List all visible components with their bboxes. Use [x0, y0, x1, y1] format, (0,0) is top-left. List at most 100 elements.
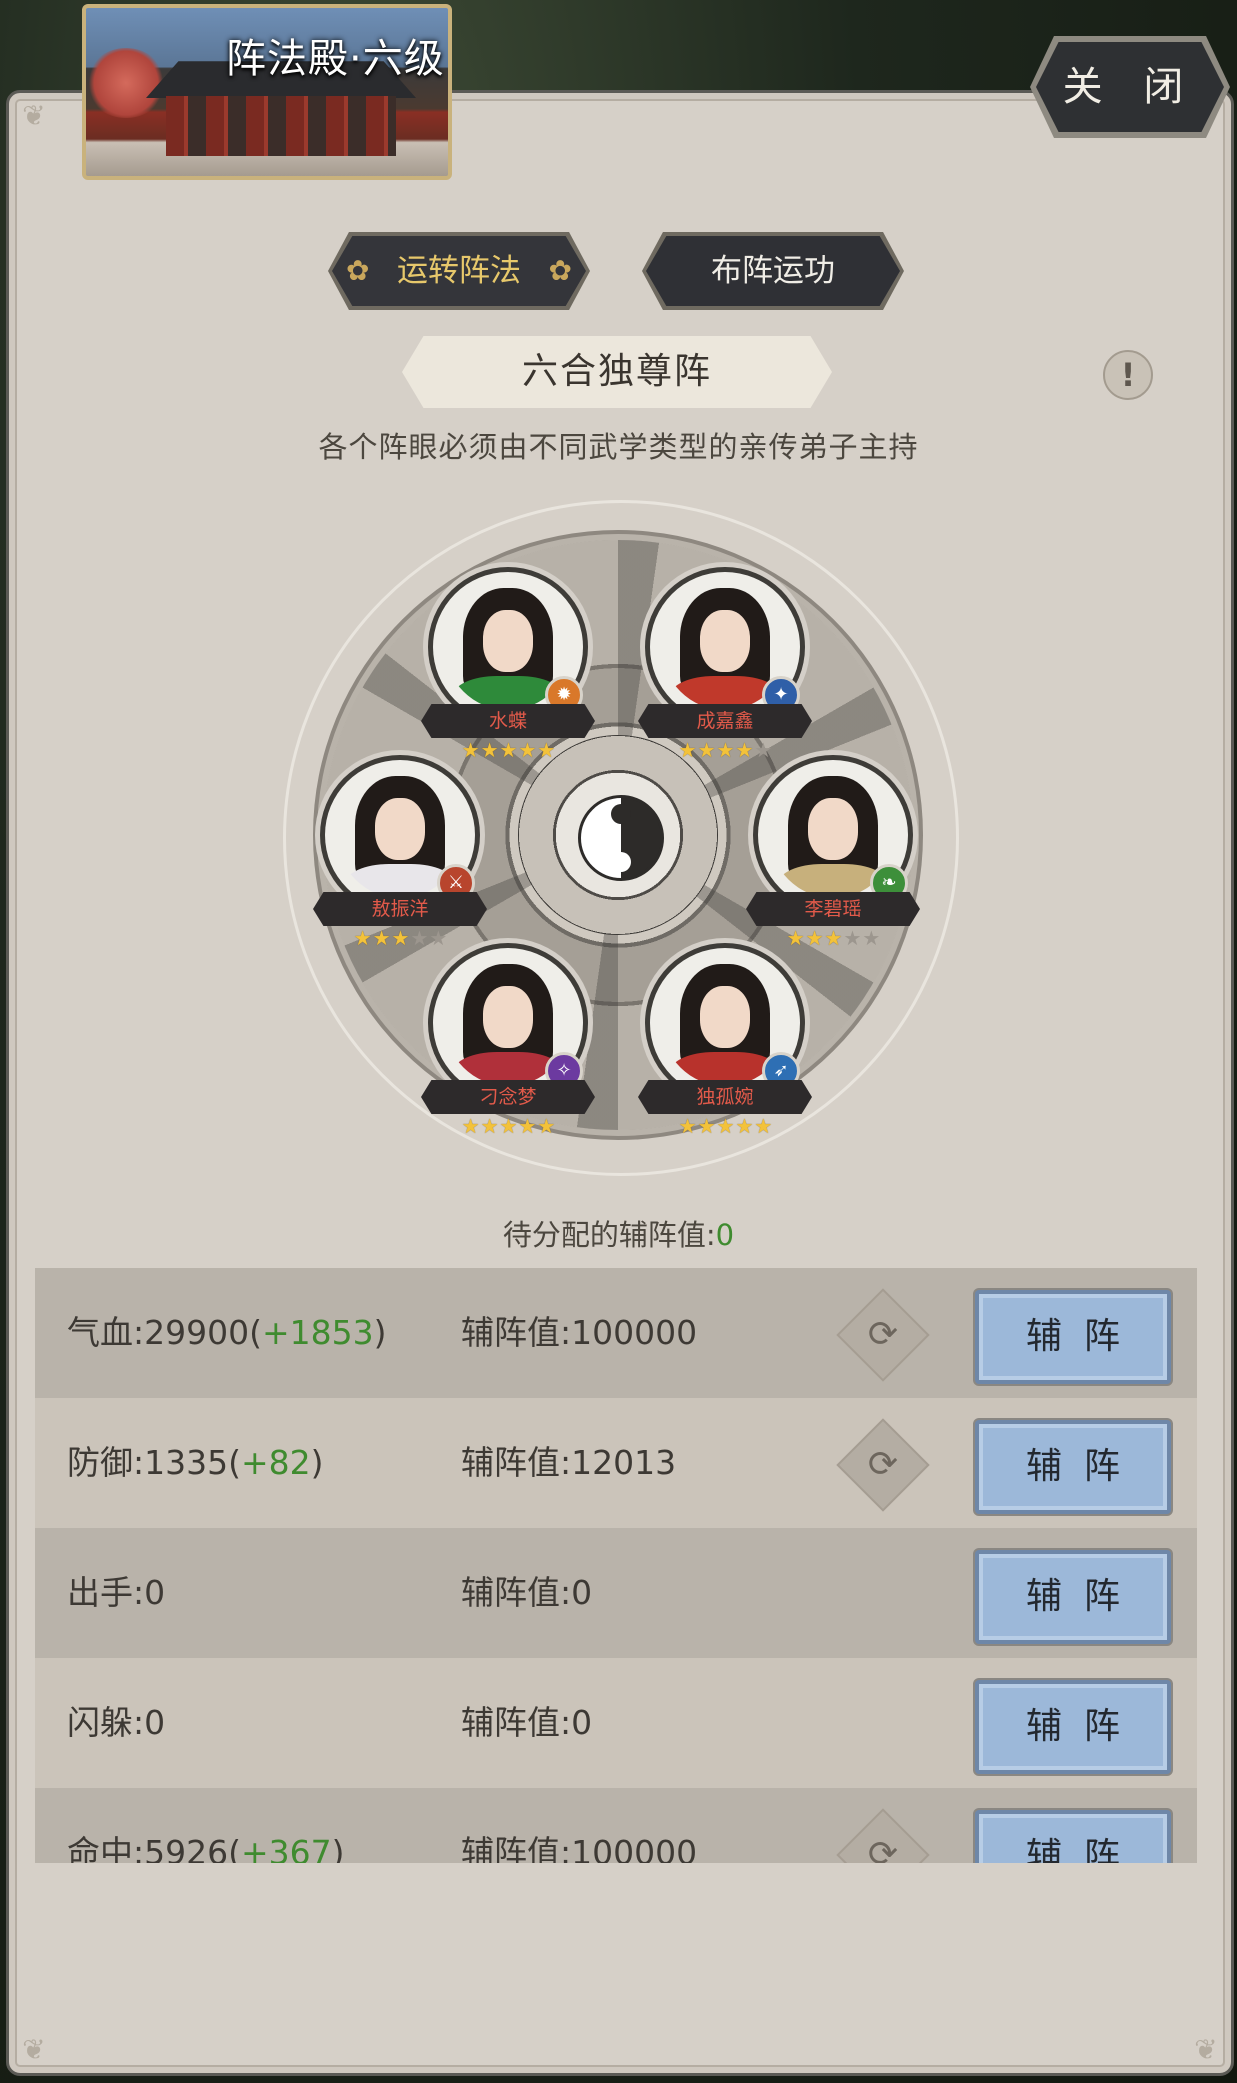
stat-base: 5926	[144, 1833, 229, 1863]
star-filled-icon: ★	[353, 926, 373, 950]
support-label: 辅阵值:	[461, 1833, 572, 1863]
star-filled-icon: ★	[499, 1114, 519, 1138]
building-title: 阵法殿·六级	[226, 36, 445, 82]
support-label: 辅阵值:	[461, 1573, 572, 1612]
star-filled-icon: ★	[754, 1114, 774, 1138]
star-filled-icon: ★	[518, 738, 538, 762]
support-label: 辅阵值:	[461, 1313, 572, 1352]
support-label: 辅阵值:	[461, 1703, 572, 1742]
hero-name: 刁念梦	[421, 1080, 595, 1114]
pending-label: 待分配的辅阵值:	[502, 1218, 716, 1252]
star-rating: ★★★★★	[429, 1114, 589, 1138]
star-filled-icon: ★	[499, 738, 519, 762]
hero-name: 水蝶	[421, 704, 595, 738]
stat-base: 29900	[144, 1313, 250, 1352]
star-filled-icon: ★	[786, 926, 806, 950]
star-filled-icon: ★	[678, 1114, 698, 1138]
hero-name: 李碧瑶	[746, 892, 920, 926]
building-title-plate: 阵法殿·六级	[82, 4, 452, 180]
stat-value: 闪躲:0	[67, 1658, 165, 1788]
face-shape	[700, 610, 750, 672]
stat-value: 防御:1335(+82)	[67, 1443, 324, 1482]
support-value: 辅阵值:0	[461, 1528, 592, 1658]
support-label: 辅阵值:	[461, 1443, 572, 1482]
stat-row: 防御:1335(+82) 辅阵值:12013 ⟳ 辅阵	[35, 1398, 1197, 1528]
building-illustration	[166, 96, 396, 156]
formation-slot[interactable]: ➶ 独孤婉 ★★★★★	[638, 948, 812, 1138]
star-filled-icon: ★	[537, 738, 557, 762]
stat-base: 1335	[144, 1443, 229, 1482]
hero-name: 独孤婉	[638, 1080, 812, 1114]
corner-ornament-icon: ❦	[1194, 2033, 1218, 2066]
corner-ornament-icon: ❦	[22, 99, 46, 132]
support-number: 12013	[571, 1443, 677, 1482]
support-value: 辅阵值:100000	[461, 1268, 697, 1398]
formation-slot[interactable]: ⚔ 敖振洋 ★★★★★	[313, 760, 487, 950]
close-button[interactable]: 关 闭	[1036, 42, 1224, 132]
stat-name: 气血:	[67, 1313, 145, 1352]
star-filled-icon: ★	[461, 1114, 481, 1138]
stat-row: 出手:0 辅阵值:0 辅阵	[35, 1528, 1197, 1658]
assist-button[interactable]: 辅阵	[975, 1550, 1171, 1644]
flower-ornament-icon: ✿	[548, 254, 572, 287]
support-number: 100000	[571, 1313, 698, 1352]
star-empty-icon: ★	[862, 926, 882, 950]
support-value: 辅阵值:12013	[461, 1398, 676, 1528]
star-filled-icon: ★	[678, 738, 698, 762]
face-shape	[483, 986, 533, 1048]
star-filled-icon: ★	[805, 926, 825, 950]
formation-slot[interactable]: ✹ 水蝶 ★★★★★	[421, 572, 595, 762]
star-filled-icon: ★	[518, 1114, 538, 1138]
stat-name: 出手:	[67, 1573, 145, 1612]
star-filled-icon: ★	[735, 738, 755, 762]
stat-name: 命中:	[67, 1833, 145, 1863]
star-empty-icon: ★	[429, 926, 449, 950]
face-shape	[483, 610, 533, 672]
formation-slot[interactable]: ❧ 李碧瑶 ★★★★★	[746, 760, 920, 950]
assist-button[interactable]: 辅阵	[975, 1810, 1171, 1863]
corner-ornament-icon: ❦	[22, 2033, 46, 2066]
stat-bonus: +82	[240, 1443, 311, 1482]
star-filled-icon: ★	[391, 926, 411, 950]
refresh-icon[interactable]: ⟳	[850, 1302, 916, 1368]
star-filled-icon: ★	[824, 926, 844, 950]
refresh-icon[interactable]: ⟳	[850, 1822, 916, 1863]
star-rating: ★★★★★	[429, 738, 589, 762]
star-rating: ★★★★★	[646, 1114, 806, 1138]
refresh-icon[interactable]: ⟳	[850, 1432, 916, 1498]
face-shape	[375, 798, 425, 860]
pending-support-value: 待分配的辅阵值:0	[0, 1212, 1237, 1254]
tab-label: 布阵运功	[711, 253, 835, 289]
building-illustration	[86, 48, 166, 118]
assist-button[interactable]: 辅阵	[975, 1420, 1171, 1514]
formation-slot[interactable]: ✦ 成嘉鑫 ★★★★★	[638, 572, 812, 762]
formation-description: 各个阵眼必须由不同武学类型的亲传弟子主持	[318, 430, 919, 464]
stat-row: 气血:29900(+1853) 辅阵值:100000 ⟳ 辅阵	[35, 1268, 1197, 1398]
tab-arrange-formation[interactable]: 布阵运功	[646, 236, 900, 306]
stat-value: 气血:29900(+1853)	[67, 1313, 387, 1352]
formation-slot[interactable]: ✧ 刁念梦 ★★★★★	[421, 948, 595, 1138]
tab-run-formation[interactable]: ✿ 运转阵法 ✿	[332, 236, 586, 306]
stat-row: 命中:5926(+367) 辅阵值:100000 ⟳ 辅阵	[35, 1788, 1197, 1863]
star-filled-icon: ★	[716, 738, 736, 762]
stat-row: 闪躲:0 辅阵值: 0 辅阵	[35, 1658, 1197, 1788]
stat-value: 命中:5926(+367)	[67, 1788, 345, 1863]
stat-name: 防御:	[67, 1443, 145, 1482]
tab-label: 运转阵法	[397, 253, 521, 289]
hero-name: 敖振洋	[313, 892, 487, 926]
star-filled-icon: ★	[537, 1114, 557, 1138]
star-filled-icon: ★	[697, 1114, 717, 1138]
star-filled-icon: ★	[480, 1114, 500, 1138]
stat-value: 出手:0	[67, 1528, 165, 1658]
star-filled-icon: ★	[697, 738, 717, 762]
stat-base: 0	[144, 1703, 166, 1742]
hero-name: 成嘉鑫	[638, 704, 812, 738]
stat-list[interactable]: 气血:29900(+1853) 辅阵值:100000 ⟳ 辅阵 防御:1335(+82)…	[35, 1268, 1197, 1863]
face-shape	[808, 798, 858, 860]
assist-button[interactable]: 辅阵	[975, 1290, 1171, 1384]
stat-name: 闪躲:	[67, 1703, 145, 1742]
exclamation-icon[interactable]: !	[1103, 350, 1153, 400]
star-filled-icon: ★	[372, 926, 392, 950]
assist-button[interactable]: 辅阵	[975, 1680, 1171, 1774]
star-filled-icon: ★	[480, 738, 500, 762]
